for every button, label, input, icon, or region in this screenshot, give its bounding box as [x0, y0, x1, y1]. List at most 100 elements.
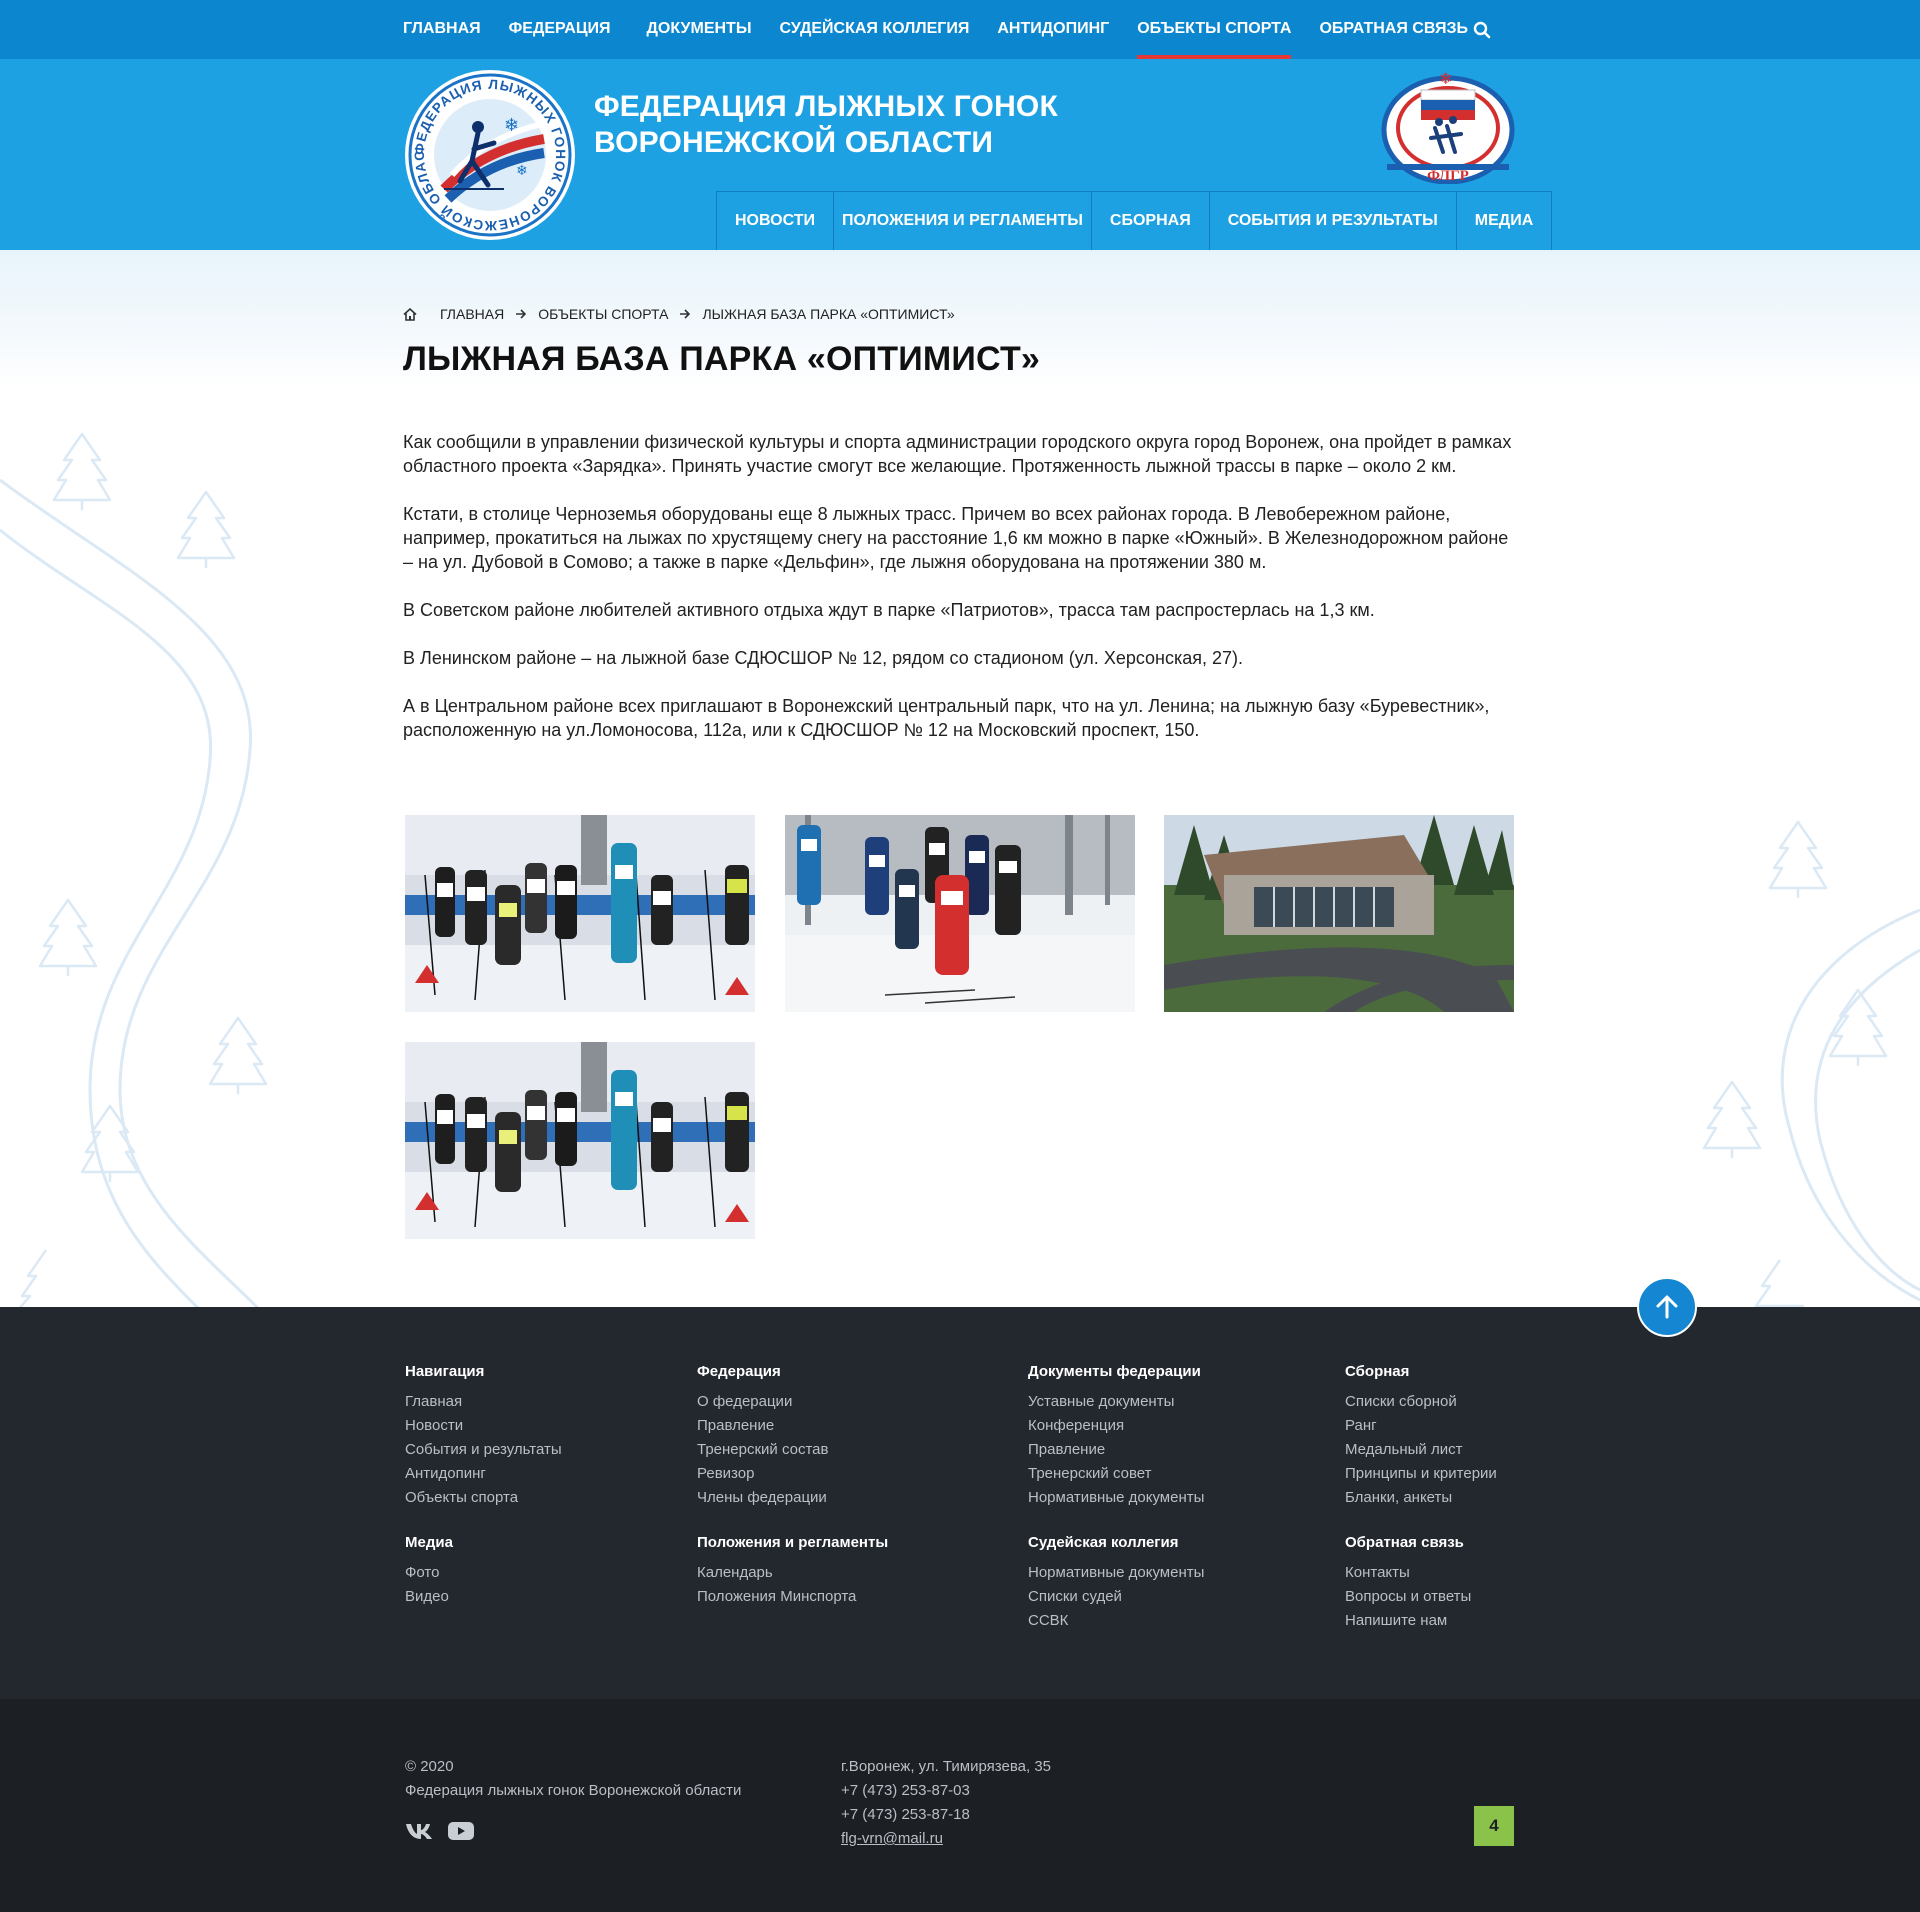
footer-column-title: Судейская коллегия [1028, 1534, 1179, 1551]
section-nav-events[interactable]: СОБЫТИЯ И РЕЗУЛЬТАТЫ [1208, 192, 1456, 250]
vk-icon[interactable] [405, 1821, 433, 1841]
top-nav-feedback[interactable]: ОБРАТНАЯ СВЯЗЬ [1319, 0, 1468, 59]
arrow-right-icon [516, 309, 527, 319]
federation-logo[interactable]: ФЕДЕРАЦИЯ ЛЫЖНЫХ ГОНОК ВОРОНЕЖСКОЙ ОБЛАС… [404, 69, 576, 241]
footer-column-title: Федерация [697, 1363, 781, 1380]
svg-text:❄: ❄ [1439, 71, 1452, 88]
top-nav-federation[interactable]: ФЕДЕРАЦИЯ [509, 0, 611, 59]
footer-link[interactable]: Тренерский состав [697, 1438, 828, 1462]
footer-link[interactable]: Главная [405, 1390, 562, 1414]
footer-column-title: Положения и регламенты [697, 1534, 889, 1551]
footer-link[interactable]: ССВК [1028, 1609, 1204, 1633]
article-paragraph: А в Центральном районе всех приглашают в… [403, 696, 1490, 740]
home-icon[interactable] [403, 307, 417, 321]
article-body: Как сообщили в управлении физической кул… [403, 430, 1515, 766]
footer-column-judges: Судейская коллегия Нормативные документы… [1028, 1534, 1204, 1633]
article-paragraph: В Ленинском районе – на лыжной базе СДЮС… [403, 648, 1244, 668]
footer-column-title: Документы федерации [1028, 1363, 1201, 1380]
footer-link[interactable]: Нормативные документы [1028, 1486, 1204, 1510]
top-nav-documents[interactable]: ДОКУМЕНТЫ [647, 0, 752, 59]
footer-link[interactable]: Антидопинг [405, 1462, 562, 1486]
section-nav-media[interactable]: МЕДИА [1455, 192, 1553, 250]
visitor-counter[interactable]: 4 [1474, 1806, 1514, 1846]
footer-link[interactable]: Списки судей [1028, 1585, 1204, 1609]
gallery-photo-skiers-forest[interactable] [785, 815, 1135, 1012]
breadcrumb-home[interactable]: ГЛАВНАЯ [440, 306, 504, 322]
svg-text:❄: ❄ [504, 115, 519, 135]
footer-column-navigation: Навигация Главная Новости События и резу… [405, 1363, 562, 1510]
email-link[interactable]: flg-vrn@mail.ru [841, 1830, 943, 1847]
footer-link[interactable]: Положения Минспорта [697, 1585, 888, 1609]
footer-column-title: Сборная [1345, 1363, 1410, 1380]
footer-column-title: Обратная связь [1345, 1534, 1464, 1551]
footer-column-title: Навигация [405, 1363, 485, 1380]
article-paragraph: Как сообщили в управлении физической кул… [403, 432, 1512, 476]
footer-link[interactable]: Конференция [1028, 1414, 1204, 1438]
footer-link[interactable]: Объекты спорта [405, 1486, 562, 1510]
arrow-up-icon [1656, 1295, 1678, 1319]
top-nav: ГЛАВНАЯ ФЕДЕРАЦИЯ ДОКУМЕНТЫ СУДЕЙСКАЯ КО… [403, 0, 1496, 59]
site-header: ФЕДЕРАЦИЯ ЛЫЖНЫХ ГОНОК ВОРОНЕЖСКОЙ ОБЛАС… [0, 59, 1920, 250]
gallery-photo-ski-base-building[interactable] [1164, 815, 1514, 1012]
footer-link[interactable]: Видео [405, 1585, 453, 1609]
footer-link[interactable]: Списки сборной [1345, 1390, 1497, 1414]
section-nav-regulations[interactable]: ПОЛОЖЕНИЯ И РЕГЛАМЕНТЫ [833, 192, 1091, 250]
phone[interactable]: +7 (473) 253-87-03 [841, 1779, 1051, 1803]
top-nav-sport-objects[interactable]: ОБЪЕКТЫ СПОРТА [1137, 0, 1292, 59]
site-footer: Навигация Главная Новости События и резу… [0, 1307, 1920, 1699]
search-icon[interactable] [1473, 21, 1491, 39]
footer-column-documents: Документы федерации Уставные документы К… [1028, 1363, 1204, 1510]
footer-column-team: Сборная Списки сборной Ранг Медальный ли… [1345, 1363, 1497, 1510]
footer-link[interactable]: Тренерский совет [1028, 1462, 1204, 1486]
article-paragraph: В Советском районе любителей активного о… [403, 600, 1375, 620]
site-title-line1: ФЕДЕРАЦИЯ ЛЫЖНЫХ ГОНОК [594, 90, 1058, 123]
footer-link[interactable]: Члены федерации [697, 1486, 828, 1510]
footer-link[interactable]: Ревизор [697, 1462, 828, 1486]
top-nav-home[interactable]: ГЛАВНАЯ [403, 0, 481, 59]
flgr-emblem[interactable]: ❄ ФЛГР [1381, 68, 1515, 184]
address: г.Воронеж, ул. Тимирязева, 35 [841, 1758, 1052, 1775]
footer-link[interactable]: Правление [1028, 1438, 1204, 1462]
footer-link[interactable]: Уставные документы [1028, 1390, 1204, 1414]
footer-link[interactable]: Принципы и критерии [1345, 1462, 1497, 1486]
emblem-text: ФЛГР [1427, 168, 1469, 184]
scroll-to-top-button[interactable] [1637, 1277, 1697, 1337]
footer-link[interactable]: Вопросы и ответы [1345, 1585, 1471, 1609]
footer-link[interactable]: Нормативные документы [1028, 1561, 1204, 1585]
footer-link[interactable]: Бланки, анкеты [1345, 1486, 1497, 1510]
youtube-icon[interactable] [447, 1821, 475, 1841]
footer-link[interactable]: Ранг [1345, 1414, 1497, 1438]
breadcrumb: ГЛАВНАЯ ОБЪЕКТЫ СПОРТА ЛЫЖНАЯ БАЗА ПАРКА… [403, 306, 955, 322]
footer-column-feedback: Обратная связь Контакты Вопросы и ответы… [1345, 1534, 1471, 1633]
footer-link[interactable]: Календарь [697, 1561, 888, 1585]
top-nav-judges[interactable]: СУДЕЙСКАЯ КОЛЛЕГИЯ [779, 0, 969, 59]
site-title-line2: ВОРОНЕЖСКОЙ ОБЛАСТИ [594, 126, 994, 159]
footer-link[interactable]: Напишите нам [1345, 1609, 1471, 1633]
article-paragraph: Кстати, в столице Черноземья оборудованы… [403, 504, 1509, 572]
footer-link[interactable]: Контакты [1345, 1561, 1471, 1585]
footer-link[interactable]: Правление [697, 1414, 828, 1438]
footer-column-media: Медиа Фото Видео [405, 1534, 453, 1609]
section-nav-news[interactable]: НОВОСТИ [716, 192, 833, 250]
footer-link[interactable]: О федерации [697, 1390, 828, 1414]
section-nav: НОВОСТИ ПОЛОЖЕНИЯ И РЕГЛАМЕНТЫ СБОРНАЯ С… [716, 191, 1553, 250]
copyright: © 2020 [405, 1758, 454, 1775]
breadcrumb-current: ЛЫЖНАЯ БАЗА ПАРКА «ОПТИМИСТ» [702, 306, 955, 322]
site-title[interactable]: ФЕДЕРАЦИЯ ЛЫЖНЫХ ГОНОК ВОРОНЕЖСКОЙ ОБЛАС… [594, 89, 1058, 161]
footer-column-federation: Федерация О федерации Правление Тренерск… [697, 1363, 828, 1510]
footer-link[interactable]: События и результаты [405, 1438, 562, 1462]
gallery-photo-ski-race-start-2[interactable] [405, 1042, 755, 1239]
footer-link[interactable]: Медальный лист [1345, 1438, 1497, 1462]
phone[interactable]: +7 (473) 253-87-18 [841, 1803, 1051, 1827]
footer-bottom: © 2020 Федерация лыжных гонок Воронежско… [0, 1699, 1920, 1912]
svg-text:❄: ❄ [516, 162, 528, 178]
footer-column-regulations: Положения и регламенты Календарь Положен… [697, 1534, 888, 1609]
top-navigation-bar: ГЛАВНАЯ ФЕДЕРАЦИЯ ДОКУМЕНТЫ СУДЕЙСКАЯ КО… [0, 0, 1920, 59]
top-nav-antidoping[interactable]: АНТИДОПИНГ [997, 0, 1109, 59]
breadcrumb-sport-objects[interactable]: ОБЪЕКТЫ СПОРТА [538, 306, 668, 322]
gallery-photo-ski-race-start[interactable] [405, 815, 755, 1012]
footer-column-title: Медиа [405, 1534, 453, 1551]
section-nav-team[interactable]: СБОРНАЯ [1090, 192, 1209, 250]
footer-link[interactable]: Новости [405, 1414, 562, 1438]
footer-link[interactable]: Фото [405, 1561, 453, 1585]
